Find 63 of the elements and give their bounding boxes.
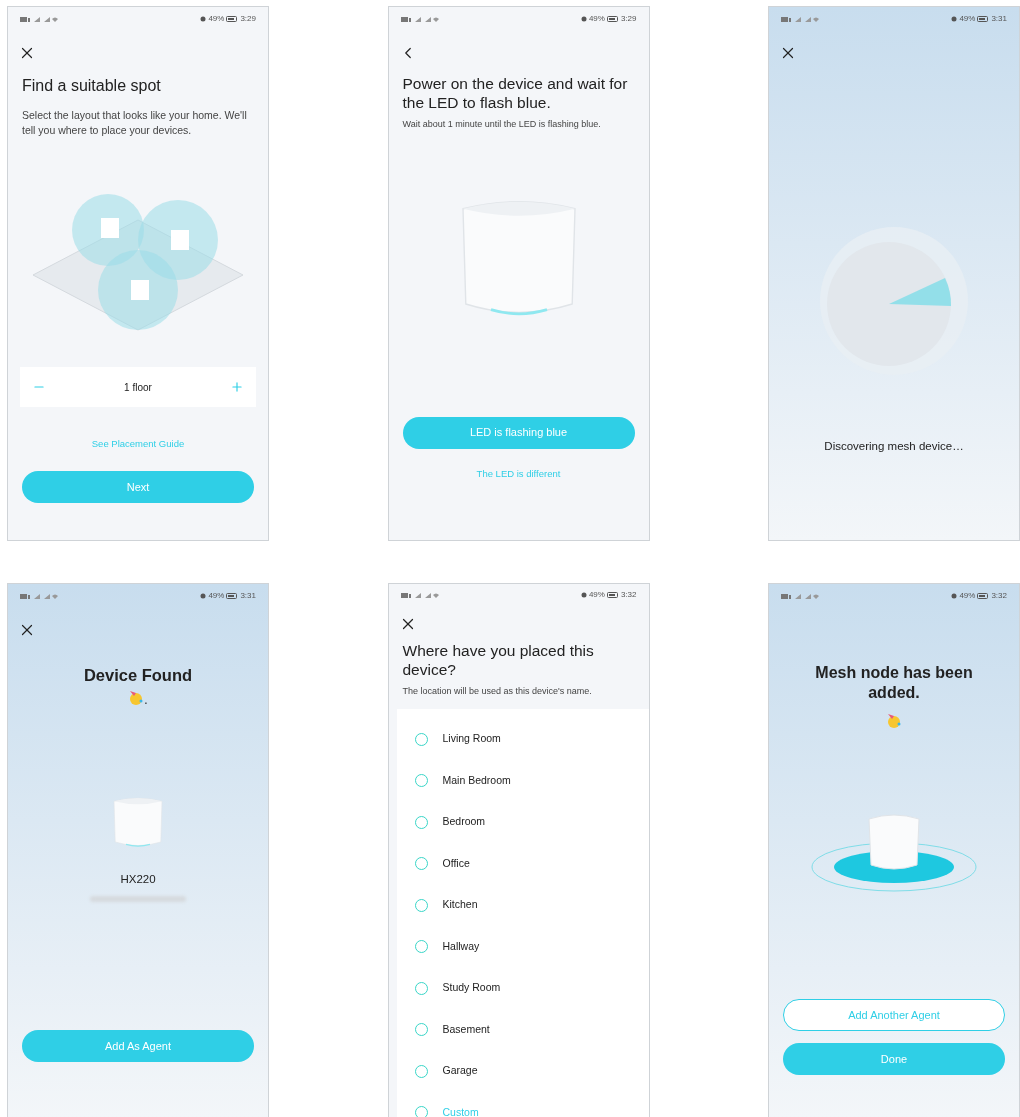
screen-subtitle: Wait about 1 minute until the LED is flashing blue.: [402, 118, 602, 131]
status-time: 3:31: [991, 13, 1007, 25]
screen-title: Power on the device and wait for the LED to flash blue.: [402, 74, 629, 112]
screen-title: Device Found: [83, 665, 193, 686]
battery-icon: [606, 592, 619, 598]
radio-button[interactable]: [414, 940, 428, 954]
battery-percent: 49%: [588, 589, 605, 601]
option-label: Bedroom: [442, 814, 486, 830]
location-option[interactable]: Kitchen: [396, 884, 649, 926]
status-time: 3:29: [620, 13, 637, 25]
radio-button[interactable]: [414, 774, 428, 788]
radio-button[interactable]: [414, 1106, 428, 1117]
location-option[interactable]: Office: [396, 843, 649, 885]
battery-icon: [977, 593, 990, 599]
radio-button[interactable]: [414, 815, 428, 829]
option-label: Custom: [442, 1104, 479, 1117]
radio-button[interactable]: [414, 857, 428, 871]
party-face-icon: [886, 713, 902, 729]
battery-icon: [226, 593, 239, 599]
option-label: Living Room: [442, 731, 501, 747]
option-label: Main Bedroom: [442, 772, 511, 788]
radio-button[interactable]: [414, 898, 428, 912]
option-label: Basement: [442, 1021, 490, 1037]
battery-icon: [606, 16, 619, 22]
option-label: Kitchen: [442, 897, 478, 913]
radio-button[interactable]: [414, 981, 428, 995]
battery-percent: 49%: [208, 590, 225, 602]
radio-button[interactable]: [414, 1023, 428, 1037]
battery-percent: 49%: [208, 13, 225, 25]
location-option[interactable]: Garage: [396, 1050, 649, 1092]
battery-icon: [226, 16, 239, 22]
radio-button[interactable]: [414, 732, 428, 746]
battery-icon: [977, 16, 990, 22]
status-time: 3:32: [991, 590, 1007, 602]
option-label: Garage: [442, 1063, 478, 1079]
location-option[interactable]: Basement: [396, 1009, 649, 1051]
battery-percent: 49%: [588, 13, 605, 25]
option-label: Hallway: [442, 938, 480, 954]
screen-title: Where have you placed this device?: [401, 641, 595, 679]
floor-count: 1 floor: [124, 380, 152, 395]
screen-title: Mesh node has been added.: [814, 663, 974, 703]
plus-icon[interactable]: [230, 380, 244, 394]
location-option[interactable]: Bedroom: [396, 801, 649, 843]
option-label: Office: [442, 855, 470, 871]
status-time: 3:32: [620, 589, 637, 601]
screen-subtitle: The location will be used as this device's name.: [401, 685, 593, 698]
location-option[interactable]: Living Room: [396, 718, 649, 760]
floor-stepper[interactable]: 1 floor: [20, 367, 256, 407]
party-face-icon: [128, 689, 145, 706]
location-option[interactable]: Hallway: [396, 926, 649, 968]
battery-percent: 49%: [959, 590, 976, 602]
option-label: Study Room: [442, 980, 501, 996]
discovering-message: Discovering mesh device…: [824, 439, 964, 454]
title-period: .: [144, 693, 148, 706]
device-model: HX220: [120, 871, 156, 887]
screen-subtitle: Select the layout that looks like your home. We'll tell you where to place your devices.: [22, 108, 248, 138]
location-option[interactable]: Study Room: [396, 967, 649, 1009]
radio-button[interactable]: [414, 1064, 428, 1078]
screen-title: Find a suitable spot: [22, 76, 162, 96]
location-option[interactable]: Main Bedroom: [396, 760, 649, 802]
battery-percent: 49%: [959, 13, 976, 25]
status-time: 3:29: [240, 13, 256, 25]
status-time: 3:31: [240, 590, 256, 602]
